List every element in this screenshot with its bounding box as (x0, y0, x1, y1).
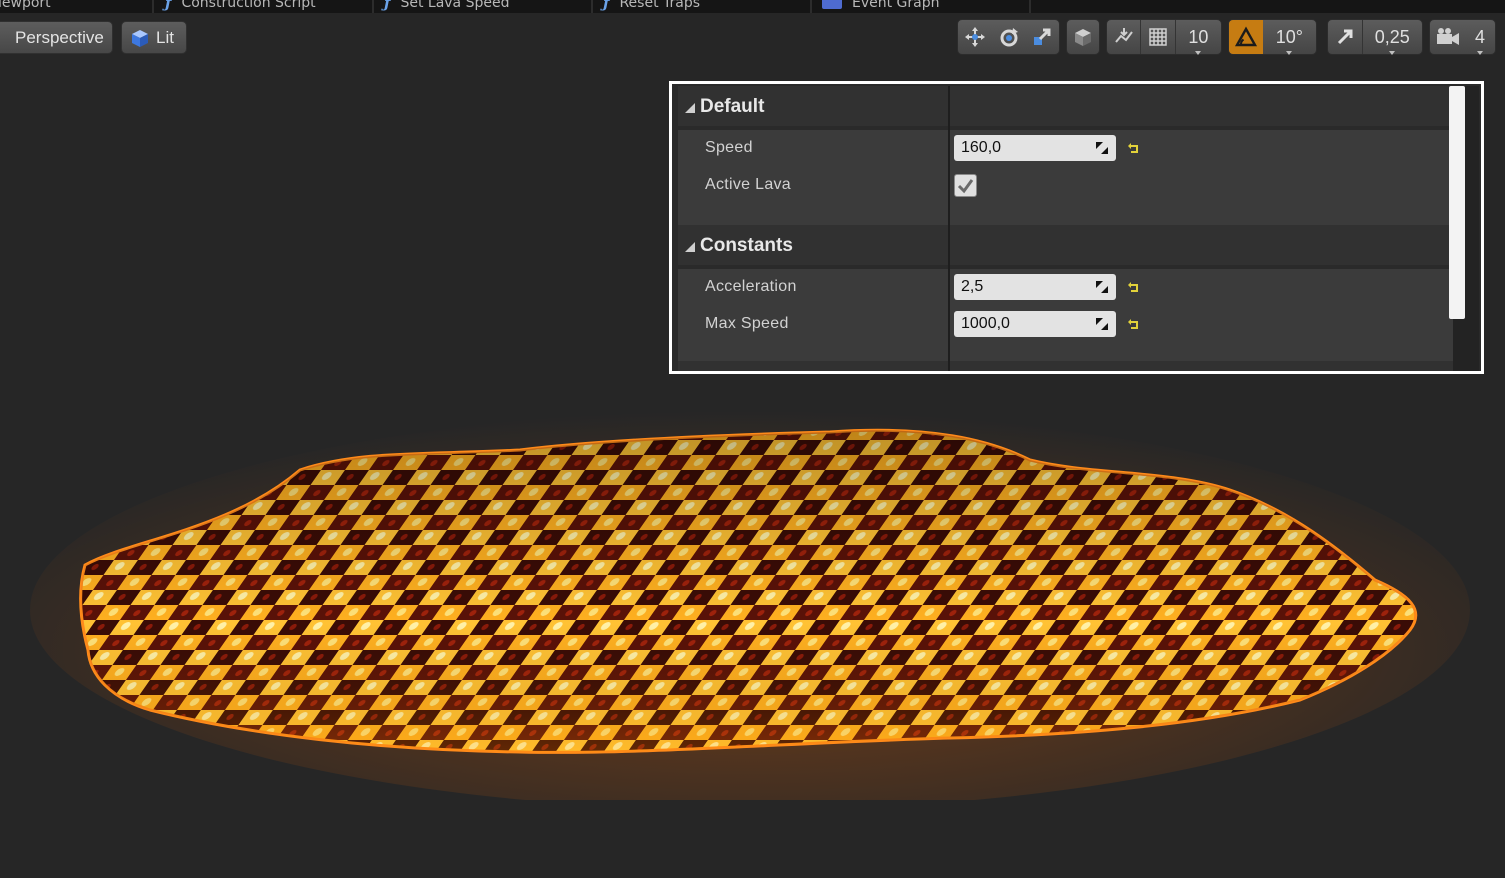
grid-snap-group: 10 (1106, 19, 1222, 55)
property-label: Acceleration (705, 278, 797, 295)
property-label: Max Speed (705, 315, 789, 332)
rotation-snap-group: 10° (1228, 19, 1317, 55)
reset-to-default-icon[interactable] (1127, 281, 1141, 295)
max-speed-value: 1000,0 (961, 315, 1010, 332)
surface-snap-icon (1114, 28, 1133, 43)
angle-icon (1234, 26, 1257, 47)
acceleration-input[interactable]: 2,5 (954, 274, 1116, 300)
scale-arrow-icon (1337, 29, 1353, 45)
camera-speed-value-dropdown[interactable]: 4 (1466, 20, 1494, 55)
camera-speed-button[interactable] (1430, 20, 1466, 54)
rotation-snap-value: 10° (1268, 27, 1311, 55)
tab-event-graph[interactable]: Event Graph (822, 0, 940, 12)
scale-snap-value: 0,25 (1367, 27, 1418, 55)
tab-construction-script[interactable]: ƒ Construction Script (165, 0, 316, 12)
reset-to-default-icon[interactable] (1127, 142, 1141, 156)
rotation-snap-value-dropdown[interactable]: 10° (1263, 20, 1316, 55)
active-lava-checkbox[interactable] (954, 174, 977, 197)
property-label: Active Lava (705, 176, 792, 193)
local-coordinates-button[interactable] (1067, 20, 1099, 54)
details-property-grid: Default Speed 160,0 Active Lava Constant… (678, 86, 1453, 371)
grid-snap-value-dropdown[interactable]: 10 (1176, 20, 1221, 55)
category-label: Constants (700, 235, 793, 256)
move-arrows-icon (964, 27, 985, 47)
scrollbar-thumb[interactable] (1449, 86, 1465, 319)
acceleration-value: 2,5 (961, 278, 984, 295)
reset-to-default-icon[interactable] (1127, 318, 1141, 332)
category-default[interactable]: Default (678, 86, 1453, 126)
editor-tab-strip: iewport ƒ Construction Script ƒ Set Lava… (0, 0, 1505, 13)
tab-divider (591, 0, 593, 13)
scale-icon (1034, 28, 1051, 45)
scale-tool-button[interactable] (1025, 20, 1059, 54)
rotate-icon (1000, 28, 1018, 47)
scale-snap-value-dropdown[interactable]: 0,25 (1363, 20, 1422, 55)
function-icon: ƒ (384, 0, 391, 12)
category-constants[interactable]: Constants (678, 225, 1453, 265)
scale-snap-toggle[interactable] (1328, 20, 1362, 54)
scale-snap-group: 0,25 (1327, 19, 1423, 55)
grid-icon (1149, 28, 1167, 46)
tab-label: Reset Traps (619, 0, 701, 11)
graph-icon (822, 0, 842, 9)
property-row-speed: Speed 160,0 (678, 130, 1453, 167)
property-label: Speed (705, 139, 753, 156)
coordinate-system-group (1066, 19, 1100, 55)
property-row-active-lava: Active Lava (678, 167, 1453, 204)
tab-set-lava-speed[interactable]: ƒ Set Lava Speed (384, 0, 509, 12)
perspective-button[interactable]: Perspective (0, 21, 113, 54)
tab-divider (152, 0, 154, 13)
tab-viewport[interactable]: iewport (0, 0, 51, 12)
next-category-row (678, 361, 1453, 371)
perspective-label: Perspective (15, 27, 104, 47)
collapse-triangle-icon[interactable] (685, 103, 695, 113)
collapse-triangle-icon[interactable] (685, 242, 695, 252)
speed-input[interactable]: 160,0 (954, 135, 1116, 161)
property-row-max-speed: Max Speed 1000,0 (678, 306, 1453, 343)
tab-reset-traps[interactable]: ƒ Reset Traps (603, 0, 700, 12)
drag-value-icon (1096, 281, 1108, 293)
speed-value: 160,0 (961, 139, 1002, 156)
drag-value-icon (1096, 142, 1108, 154)
drag-value-icon (1096, 318, 1108, 330)
tab-divider (1029, 0, 1031, 13)
grid-snap-value: 10 (1180, 27, 1216, 55)
tab-divider (372, 0, 374, 13)
rotate-tool-button[interactable] (992, 20, 1026, 54)
surface-snap-button[interactable] (1107, 20, 1140, 54)
camera-speed-group[interactable]: 4 (1429, 19, 1496, 55)
tab-label: Set Lava Speed (400, 0, 510, 11)
function-icon: ƒ (165, 0, 172, 12)
category-spacer (678, 204, 1453, 225)
lit-button[interactable]: Lit (121, 21, 187, 54)
details-panel: Default Speed 160,0 Active Lava Constant… (669, 81, 1484, 374)
lit-cube-icon (132, 29, 148, 47)
column-divider[interactable] (948, 86, 950, 371)
transform-mode-group (957, 19, 1060, 55)
cube-icon (1075, 29, 1091, 46)
lit-label: Lit (156, 27, 174, 47)
tab-label: Construction Script (181, 0, 316, 11)
camera-icon (1437, 28, 1459, 45)
lava-pool-mesh (30, 410, 1470, 800)
translate-tool-button[interactable] (958, 20, 992, 54)
tab-label: Event Graph (852, 0, 940, 11)
camera-speed-value: 4 (1471, 27, 1489, 55)
property-row-acceleration: Acceleration 2,5 (678, 269, 1453, 306)
rotation-snap-toggle[interactable] (1229, 20, 1263, 54)
max-speed-input[interactable]: 1000,0 (954, 311, 1116, 337)
function-icon: ƒ (603, 0, 610, 12)
checkmark-icon (957, 179, 974, 194)
category-label: Default (700, 96, 765, 117)
tab-label: iewport (0, 0, 51, 11)
category-spacer (678, 343, 1453, 361)
tab-divider (810, 0, 812, 13)
grid-snap-toggle[interactable] (1141, 20, 1174, 54)
